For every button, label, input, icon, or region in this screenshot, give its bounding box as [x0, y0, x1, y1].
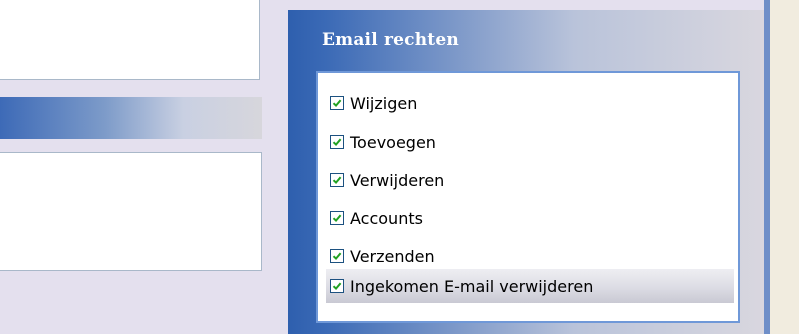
list-item-wijzigen[interactable]: Wijzigen	[326, 86, 734, 120]
item-label: Verzenden	[350, 246, 435, 266]
item-label: Ingekomen E-mail verwijderen	[350, 276, 594, 296]
list-item-toevoegen[interactable]: Toevoegen	[326, 125, 734, 159]
item-label: Verwijderen	[350, 170, 445, 190]
checkbox-checked-icon[interactable]	[330, 279, 344, 293]
right-pane	[770, 0, 799, 334]
left-panel-top	[0, 0, 260, 80]
left-section-header	[0, 97, 262, 139]
checkbox-checked-icon[interactable]	[330, 96, 344, 110]
item-label: Wijzigen	[350, 93, 418, 113]
item-label: Accounts	[350, 208, 423, 228]
section-title: Email rechten	[322, 30, 459, 50]
left-panel-bottom	[0, 152, 262, 271]
list-item-accounts[interactable]: Accounts	[326, 201, 734, 235]
email-rights-list[interactable]: Wijzigen Toevoegen Verwijderen Accounts …	[316, 71, 740, 323]
list-item-ingekomen-email-verwijderen[interactable]: Ingekomen E-mail verwijderen	[326, 269, 734, 303]
panel-separator	[276, 0, 288, 334]
checkbox-checked-icon[interactable]	[330, 173, 344, 187]
list-item-verwijderen[interactable]: Verwijderen	[326, 163, 734, 197]
checkbox-checked-icon[interactable]	[330, 211, 344, 225]
checkbox-checked-icon[interactable]	[330, 135, 344, 149]
checkbox-checked-icon[interactable]	[330, 249, 344, 263]
item-label: Toevoegen	[350, 132, 436, 152]
list-item-verzenden[interactable]: Verzenden	[326, 239, 734, 273]
